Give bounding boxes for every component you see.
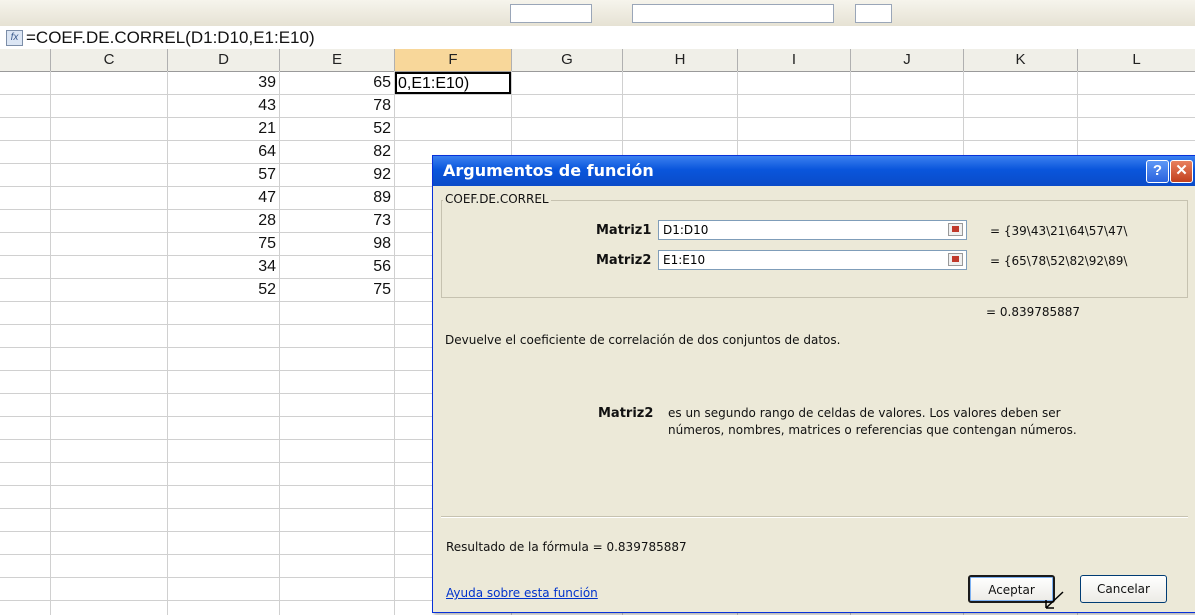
matriz2-input[interactable]: E1:E10 <box>658 250 967 270</box>
collapse-dialog-icon[interactable] <box>948 223 963 236</box>
column-headers: C D E F G H I J K L <box>0 49 1195 72</box>
dialog-titlebar[interactable]: Argumentos de función ? ✕ <box>433 156 1195 186</box>
argument-help-line1: es un segundo rango de celdas de valores… <box>668 406 1061 420</box>
matriz1-label: Matriz1 <box>596 223 652 238</box>
column-header-d[interactable]: D <box>168 49 280 71</box>
function-arguments-dialog: Argumentos de función ? ✕ COEF.DE.CORREL… <box>432 155 1195 613</box>
column-header-j[interactable]: J <box>851 49 964 71</box>
cell-e7[interactable]: 73 <box>279 210 394 232</box>
divider <box>441 516 1188 518</box>
zoom-combo[interactable] <box>510 4 592 23</box>
column-header-e[interactable]: E <box>280 49 395 71</box>
cell-d4[interactable]: 64 <box>167 141 279 163</box>
cell-d2[interactable]: 43 <box>167 95 279 117</box>
dialog-title: Argumentos de función <box>443 161 654 180</box>
matriz2-label: Matriz2 <box>596 253 652 268</box>
arguments-group <box>441 200 1188 298</box>
mouse-cursor-icon <box>1045 591 1064 609</box>
toolbar-icon[interactable] <box>290 3 340 21</box>
cell-d1[interactable]: 39 <box>167 72 279 94</box>
matriz1-input[interactable]: D1:D10 <box>658 220 967 240</box>
column-header-l[interactable]: L <box>1078 49 1195 71</box>
column-header-g[interactable]: G <box>512 49 623 71</box>
formula-bar: fx =COEF.DE.CORREL(D1:D10,E1:E10) <box>0 26 1195 50</box>
cell-d7[interactable]: 28 <box>167 210 279 232</box>
argument-help-line2: números, nombres, matrices o referencias… <box>668 423 1077 437</box>
formula-text[interactable]: =COEF.DE.CORREL(D1:D10,E1:E10) <box>26 28 315 47</box>
font-combo[interactable] <box>632 4 834 23</box>
cell-d10[interactable]: 52 <box>167 279 279 301</box>
matriz2-evaluated: = {65\78\52\82\92\89\ <box>990 254 1128 268</box>
function-result: = 0.839785887 <box>986 305 1081 319</box>
cell-e9[interactable]: 56 <box>279 256 394 278</box>
matriz1-value: D1:D10 <box>663 223 709 237</box>
cell-d3[interactable]: 21 <box>167 118 279 140</box>
argument-help-name: Matriz2 <box>598 406 654 421</box>
font-size-combo[interactable] <box>855 4 892 23</box>
column-header-i[interactable]: I <box>738 49 851 71</box>
column-header-c[interactable]: C <box>51 49 168 71</box>
active-cell-f1[interactable]: 0,E1:E10) <box>395 72 511 94</box>
cell-e2[interactable]: 78 <box>279 95 394 117</box>
cell-e4[interactable]: 82 <box>279 141 394 163</box>
cell-d8[interactable]: 75 <box>167 233 279 255</box>
function-description: Devuelve el coeficiente de correlación d… <box>445 333 841 347</box>
column-header-h[interactable]: H <box>623 49 738 71</box>
function-help-link[interactable]: Ayuda sobre esta función <box>446 586 598 600</box>
toolbar-icon[interactable] <box>4 3 44 21</box>
toolbar <box>0 0 1195 27</box>
help-button[interactable]: ? <box>1146 160 1169 183</box>
matriz1-evaluated: = {39\43\21\64\57\47\ <box>990 224 1128 238</box>
cell-d5[interactable]: 57 <box>167 164 279 186</box>
toolbar-icon[interactable] <box>350 3 470 21</box>
cancel-button[interactable]: Cancelar <box>1080 575 1167 603</box>
accept-button[interactable]: Aceptar <box>968 575 1055 603</box>
function-name-label: COEF.DE.CORREL <box>443 192 551 206</box>
cell-e8[interactable]: 98 <box>279 233 394 255</box>
cell-e10[interactable]: 75 <box>279 279 394 301</box>
toolbar-icon[interactable] <box>60 3 140 21</box>
column-header-k[interactable]: K <box>964 49 1078 71</box>
cell-e6[interactable]: 89 <box>279 187 394 209</box>
cell-e3[interactable]: 52 <box>279 118 394 140</box>
cell-d6[interactable]: 47 <box>167 187 279 209</box>
close-button[interactable]: ✕ <box>1170 160 1193 183</box>
matriz2-value: E1:E10 <box>663 253 706 267</box>
row-header-corner[interactable] <box>0 49 51 71</box>
insert-function-icon[interactable]: fx <box>6 30 23 46</box>
cell-d9[interactable]: 34 <box>167 256 279 278</box>
cell-e5[interactable]: 92 <box>279 164 394 186</box>
cell-e1[interactable]: 65 <box>279 72 394 94</box>
collapse-dialog-icon[interactable] <box>948 253 963 266</box>
column-header-f[interactable]: F <box>395 49 512 71</box>
formula-result: Resultado de la fórmula = 0.839785887 <box>446 540 687 554</box>
